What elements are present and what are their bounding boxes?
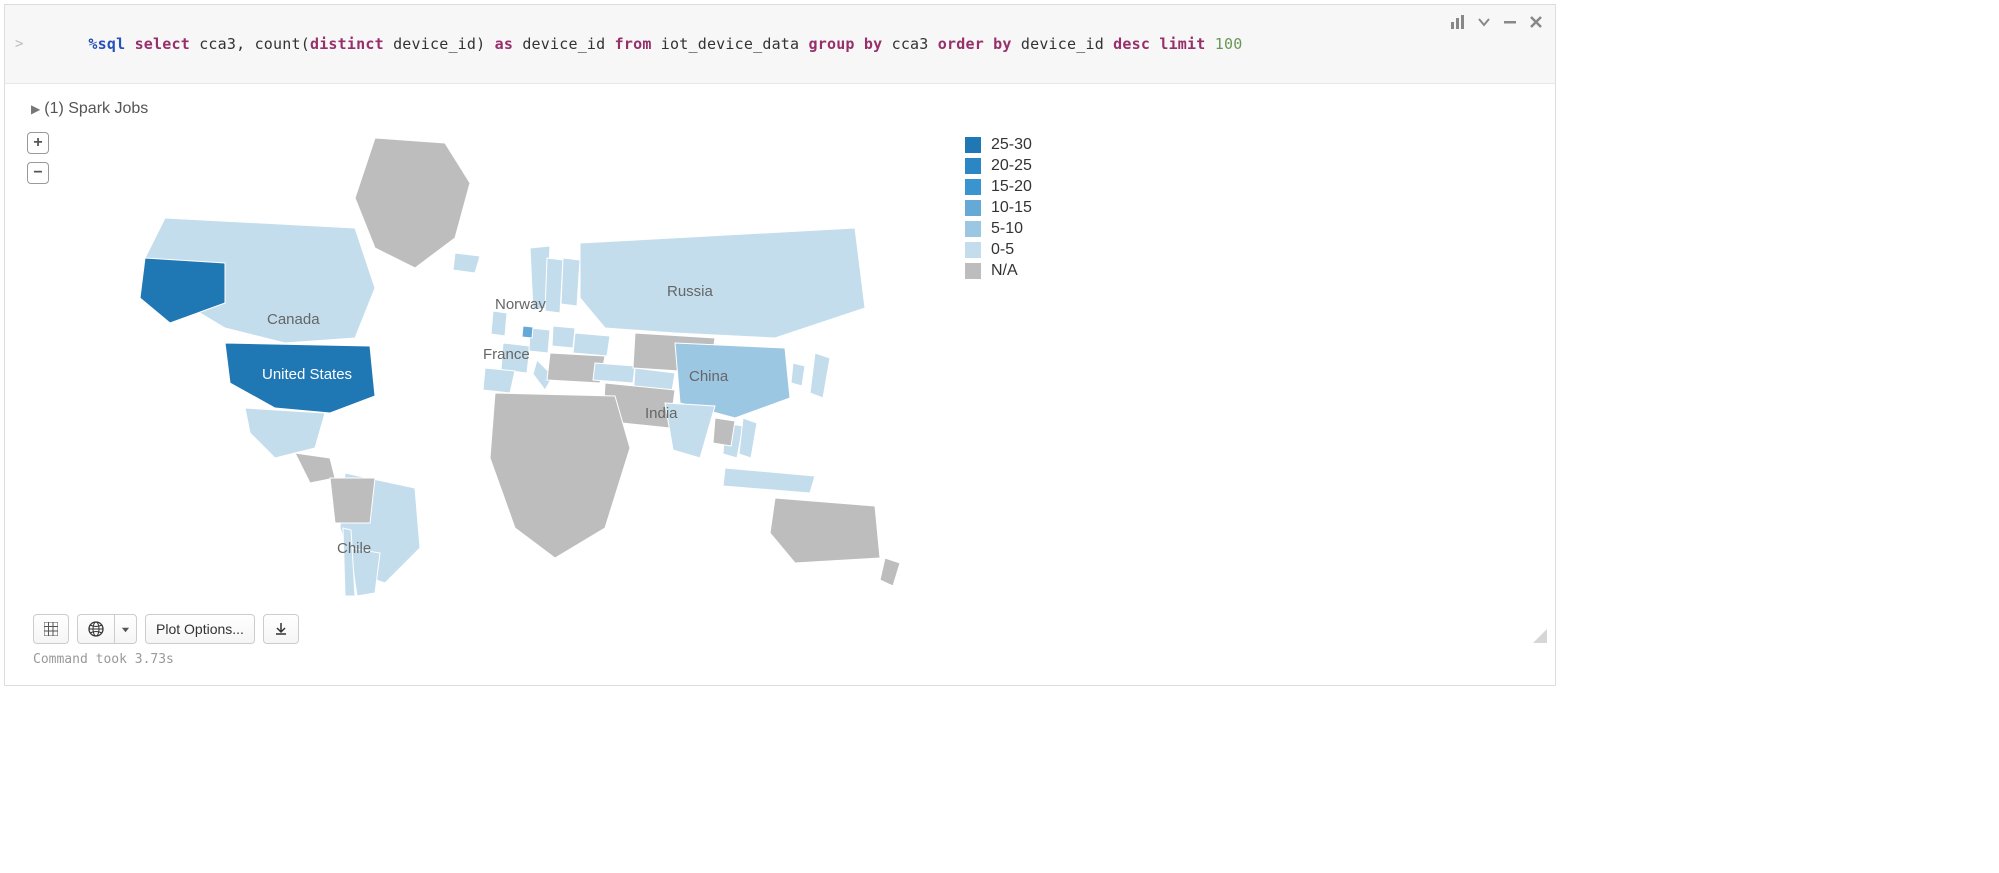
map-region-indonesia xyxy=(723,468,815,493)
map-region-sweden xyxy=(545,258,563,313)
legend-label: 10-15 xyxy=(991,199,1032,217)
zoom-in-button[interactable]: + xyxy=(27,132,49,154)
map-region-iceland xyxy=(453,253,480,273)
legend-swatch xyxy=(965,179,981,195)
download-button[interactable] xyxy=(263,614,299,644)
legend-label: N/A xyxy=(991,262,1018,280)
map-region-australia xyxy=(770,498,880,563)
map-region-mexico xyxy=(245,408,325,458)
globe-chart-button[interactable] xyxy=(77,614,114,644)
map-region-nz xyxy=(880,558,900,586)
map-region-africa xyxy=(490,393,630,558)
map-region-netherlands xyxy=(522,326,533,338)
output-toolbar: Plot Options... xyxy=(21,606,1539,648)
zoom-controls: + − xyxy=(27,132,49,184)
legend-label: 25-30 xyxy=(991,136,1032,154)
map-region-central-am xyxy=(295,453,335,483)
legend-item: 5-10 xyxy=(965,220,1032,238)
legend-item: 25-30 xyxy=(965,136,1032,154)
legend-item: N/A xyxy=(965,262,1032,280)
spark-jobs-label: (1) Spark Jobs xyxy=(44,100,148,118)
zoom-out-button[interactable]: − xyxy=(27,162,49,184)
map-region-usa xyxy=(225,343,375,413)
legend-label: 15-20 xyxy=(991,178,1032,196)
legend-swatch xyxy=(965,242,981,258)
cell-action-bar xyxy=(1449,13,1545,31)
close-icon[interactable] xyxy=(1527,13,1545,31)
map-region-india xyxy=(665,403,715,458)
command-status: Command took 3.73s xyxy=(21,648,1539,677)
map-region-japan xyxy=(810,353,830,398)
map-region-spain xyxy=(483,368,515,393)
chevron-down-icon[interactable] xyxy=(1475,13,1493,31)
legend-label: 0-5 xyxy=(991,241,1014,259)
legend-swatch xyxy=(965,221,981,237)
prompt-caret: > xyxy=(15,36,23,52)
legend-item: 20-25 xyxy=(965,157,1032,175)
legend-item: 0-5 xyxy=(965,241,1032,259)
code-text: %sql select cca3, count(distinct device_… xyxy=(33,17,1242,71)
minimize-icon[interactable] xyxy=(1501,13,1519,31)
caret-right-icon: ▶ xyxy=(31,102,40,116)
visualization-area: + − xyxy=(21,126,1539,606)
legend-swatch xyxy=(965,158,981,174)
map-region-sa-na xyxy=(330,478,375,523)
map-region-russia xyxy=(580,228,865,338)
spark-jobs-toggle[interactable]: ▶ (1) Spark Jobs xyxy=(21,92,1539,126)
map-region-greenland xyxy=(355,138,470,268)
map-region-sea-na xyxy=(713,418,735,446)
chart-type-dropdown[interactable] xyxy=(114,614,137,644)
cell-output: ▶ (1) Spark Jobs + − xyxy=(5,84,1555,685)
table-view-button[interactable] xyxy=(33,614,69,644)
chart-type-picker xyxy=(77,614,137,644)
resize-handle[interactable] xyxy=(1533,629,1547,643)
map-region-finland xyxy=(561,258,580,306)
notebook-cell: > %sql select cca3, count(distinct devic… xyxy=(4,4,1556,686)
map-region-france xyxy=(501,343,530,373)
chart-icon[interactable] xyxy=(1449,13,1467,31)
code-input-area[interactable]: > %sql select cca3, count(distinct devic… xyxy=(5,5,1555,84)
map-region-vietnam xyxy=(739,418,757,458)
legend-label: 20-25 xyxy=(991,157,1032,175)
legend-swatch xyxy=(965,263,981,279)
legend-swatch xyxy=(965,137,981,153)
legend-item: 10-15 xyxy=(965,199,1032,217)
legend-item: 15-20 xyxy=(965,178,1032,196)
map-region-uk xyxy=(491,311,507,336)
map-region-ukraine xyxy=(573,333,610,356)
map-region-korea xyxy=(791,363,805,386)
map-region-poland xyxy=(552,326,575,348)
legend-label: 5-10 xyxy=(991,220,1023,238)
legend-swatch xyxy=(965,200,981,216)
map-legend: 25-30 20-25 15-20 10-15 5-10 0-5 N/A xyxy=(965,136,1032,606)
plot-options-button[interactable]: Plot Options... xyxy=(145,614,255,644)
map-region-turkey xyxy=(593,363,635,383)
world-map[interactable]: United StatesCanadaNorwayFranceRussiaChi… xyxy=(75,128,905,598)
